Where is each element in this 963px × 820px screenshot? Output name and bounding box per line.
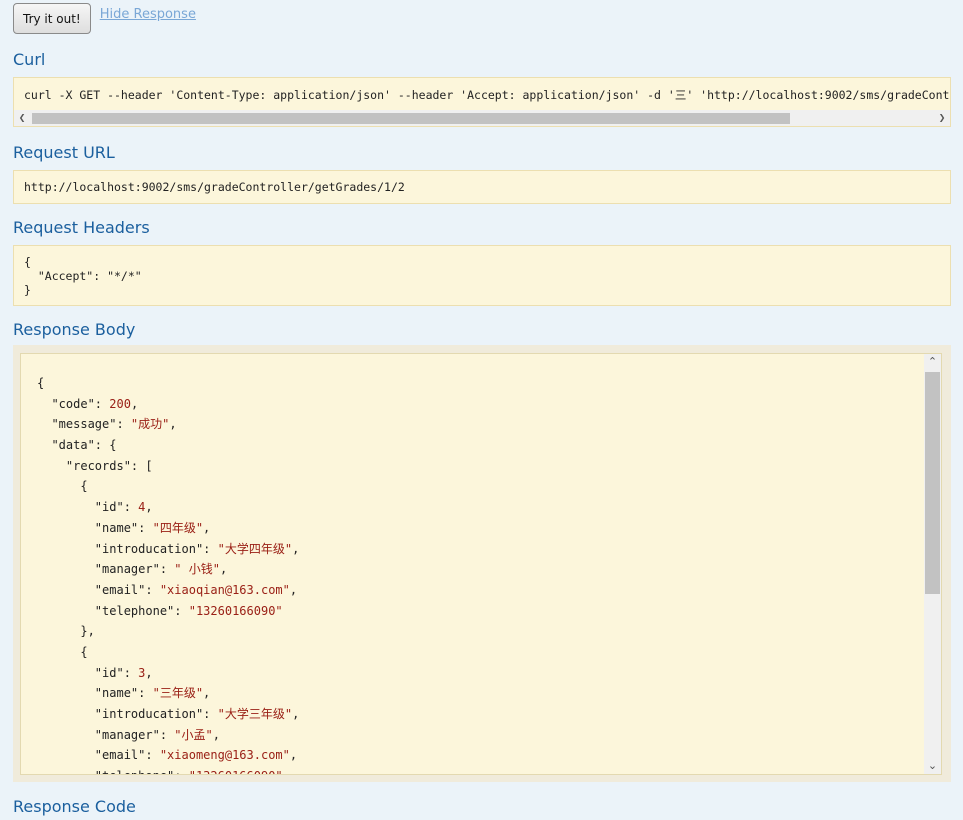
json-key: , xyxy=(289,582,298,597)
json-value: "xiaomeng@163.com" xyxy=(159,748,290,763)
json-line: "id": 4, xyxy=(37,497,299,518)
try-it-out-button[interactable]: Try it out! xyxy=(13,3,91,34)
json-line: "manager": "小孟", xyxy=(37,725,299,746)
json-key: "introducation": xyxy=(37,707,218,721)
json-key: , xyxy=(212,727,220,742)
json-line: { xyxy=(37,476,299,497)
json-line: { xyxy=(37,642,299,663)
json-key: "email": xyxy=(37,748,160,763)
response-json: { "code": 200, "message": "成功", "data": … xyxy=(37,373,300,774)
json-value: "三年级" xyxy=(152,686,204,701)
curl-panel[interactable]: curl -X GET --header 'Content-Type: appl… xyxy=(13,77,951,127)
json-key: "manager": xyxy=(37,562,175,577)
json-key: , xyxy=(219,562,228,577)
json-line: "id": 3, xyxy=(37,663,299,684)
json-value: "小孟" xyxy=(174,727,213,742)
json-key: "introducation": xyxy=(37,541,218,556)
json-line: { xyxy=(37,373,299,394)
json-key: "data": { xyxy=(37,438,117,453)
json-value: "13260166090" xyxy=(188,603,283,618)
scrollbar-thumb[interactable] xyxy=(925,372,940,594)
request-headers-value: { "Accept": "*/*" } xyxy=(24,255,142,297)
json-key: { xyxy=(37,376,45,390)
json-value: "13260166090" xyxy=(189,769,283,774)
json-value: 200 xyxy=(109,396,131,411)
scroll-up-icon[interactable]: ⌃ xyxy=(924,354,941,370)
json-value: " 小钱" xyxy=(174,562,220,577)
request-url-panel: http://localhost:9002/sms/gradeControlle… xyxy=(13,170,951,204)
response-body-heading: Response Body xyxy=(13,320,136,339)
response-body-content[interactable]: { "code": 200, "message": "成功", "data": … xyxy=(20,353,942,775)
json-key: }, xyxy=(37,624,95,639)
json-value: "四年级" xyxy=(152,520,204,535)
json-key: "telephone": xyxy=(37,769,189,774)
json-line: "name": "四年级", xyxy=(37,518,299,539)
json-line: "introducation": "大学四年级", xyxy=(37,539,300,560)
json-line: "records": [ xyxy=(37,456,299,477)
response-vertical-scrollbar[interactable]: ⌃ ⌄ xyxy=(924,354,941,774)
json-line: "code": 200, xyxy=(37,394,299,415)
json-line: "email": "xiaoqian@163.com", xyxy=(37,580,299,601)
request-url-heading: Request URL xyxy=(13,143,115,162)
json-key: "email": xyxy=(37,582,160,597)
json-value: "xiaoqian@163.com" xyxy=(159,582,290,597)
json-key: , xyxy=(145,500,153,515)
response-body-panel: { "code": 200, "message": "成功", "data": … xyxy=(13,345,951,782)
json-line: "manager": " 小钱", xyxy=(37,559,299,580)
json-value: "大学三年级" xyxy=(217,707,293,721)
json-key: "telephone": xyxy=(37,603,189,618)
scroll-right-icon[interactable]: ❯ xyxy=(934,110,950,126)
json-line: "email": "xiaomeng@163.com", xyxy=(37,745,299,766)
json-key: , xyxy=(203,686,211,701)
json-key: "records": [ xyxy=(37,458,153,473)
json-key: , xyxy=(169,417,177,432)
json-line: "data": { xyxy=(37,435,299,456)
curl-horizontal-scrollbar[interactable]: ❮ ❯ xyxy=(14,110,950,126)
json-line: "telephone": "13260166090" xyxy=(37,601,299,622)
json-key: , xyxy=(130,396,139,411)
curl-command: curl -X GET --header 'Content-Type: appl… xyxy=(24,88,950,102)
json-key: "name": xyxy=(37,686,153,701)
json-line: "telephone": "13260166090" xyxy=(37,766,299,774)
scroll-down-icon[interactable]: ⌄ xyxy=(924,758,941,774)
json-key: , xyxy=(292,541,300,556)
json-key: "manager": xyxy=(37,727,175,742)
json-line: "name": "三年级", xyxy=(37,683,299,704)
json-key: "message": xyxy=(37,417,131,432)
json-key: { xyxy=(37,644,88,659)
json-key: "id": xyxy=(37,665,139,680)
json-value: "大学四年级" xyxy=(217,541,293,556)
curl-heading: Curl xyxy=(13,50,46,69)
json-line: "introducation": "大学三年级", xyxy=(37,704,300,725)
json-value: "成功" xyxy=(130,417,170,432)
json-key: "code": xyxy=(37,396,110,411)
json-key: , xyxy=(289,748,298,763)
json-key: "id": xyxy=(37,500,139,515)
scroll-left-icon[interactable]: ❮ xyxy=(14,110,30,126)
response-code-heading: Response Code xyxy=(13,797,136,816)
json-line: }, xyxy=(37,621,299,642)
scrollbar-thumb[interactable] xyxy=(32,113,790,124)
json-key: , xyxy=(203,520,211,535)
hide-response-link[interactable]: Hide Response xyxy=(100,7,196,22)
request-headers-panel: { "Accept": "*/*" } xyxy=(13,245,951,306)
json-key: , xyxy=(292,707,300,721)
json-key: , xyxy=(145,665,153,680)
action-bar: Try it out! Hide Response xyxy=(13,3,196,35)
json-key: "name": xyxy=(37,520,153,535)
json-line: "message": "成功", xyxy=(37,414,299,435)
request-url-value: http://localhost:9002/sms/gradeControlle… xyxy=(24,180,405,194)
json-key: { xyxy=(37,479,88,494)
request-headers-heading: Request Headers xyxy=(13,218,150,237)
